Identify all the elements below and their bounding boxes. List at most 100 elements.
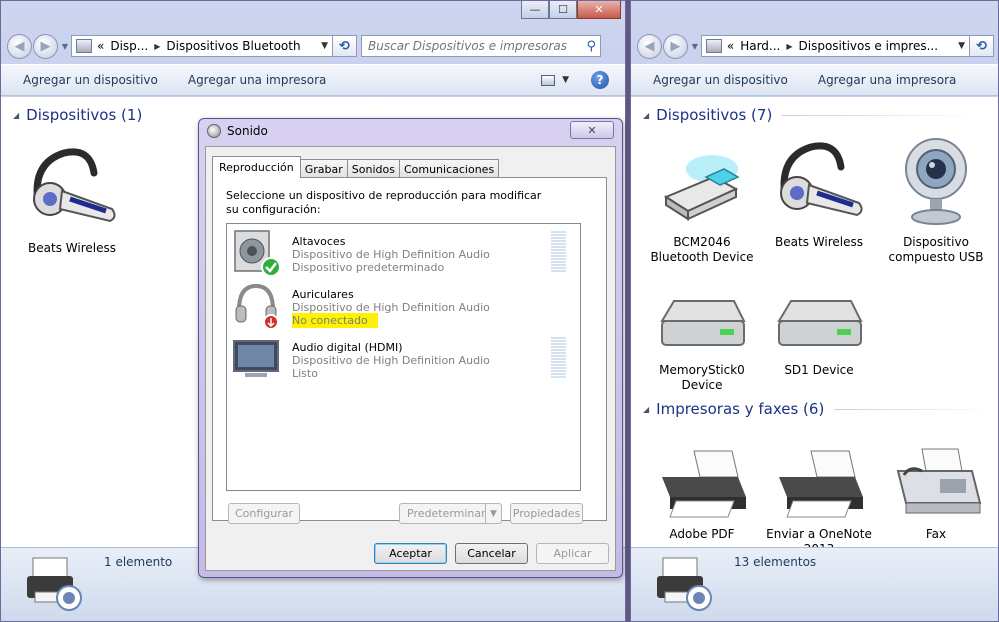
device-label-line1: BCM2046 [673,235,731,249]
monitor-icon [233,340,279,377]
dialog-titlebar: Sonido [207,124,268,138]
tab-strip: Reproducción Grabar Sonidos Comunicacion… [212,156,500,178]
refresh-button[interactable]: ⟲ [970,35,995,57]
breadcrumb-part-2[interactable]: Dispositivos Bluetooth [166,39,300,53]
device-name: Audio digital (HDMI) [292,341,403,354]
collapse-arrow-icon[interactable]: ◢ [643,405,649,414]
properties-button[interactable]: Propiedades [510,503,583,524]
printer-onenote[interactable]: Enviar a OneNote 2013 [764,447,874,547]
control-panel-icon [76,39,92,53]
group-divider [782,114,983,116]
change-view-icon[interactable] [541,74,556,86]
collapse-arrow-icon[interactable]: ◢ [643,111,649,120]
back-arrow-icon: ◀ [644,38,655,54]
breadcrumb-part-2[interactable]: Dispositivos e impres... [799,39,939,53]
printer-label-line1: Adobe PDF [669,527,735,541]
search-icon[interactable]: ⚲ [586,39,596,54]
breadcrumb-separator-icon[interactable]: ▶ [154,42,160,51]
group-header-devices[interactable]: ◢ Dispositivos (1) [13,106,142,124]
group-divider [834,408,995,410]
device-memorystick0[interactable]: MemoryStick0 Device [647,285,757,393]
dialog-title: Sonido [227,124,268,138]
set-default-dropdown-icon[interactable]: ▼ [485,504,501,523]
list-item-speakers[interactable]: Altavoces Dispositivo de High Definition… [231,227,576,277]
breadcrumb-separator-icon[interactable]: ▶ [786,42,792,51]
printer-icon [657,557,712,611]
device-sd1[interactable]: SD1 Device [764,285,874,378]
add-printer-button[interactable]: Agregar una impresora [188,73,327,87]
device-beats-wireless[interactable]: Beats Wireless [17,143,127,256]
list-item-hdmi[interactable]: Audio digital (HDMI) Dispositivo de High… [231,333,576,383]
tab-recording[interactable]: Grabar [299,159,348,178]
device-bcm2046[interactable]: BCM2046 Bluetooth Device [647,137,757,265]
group-header-printers[interactable]: ◢ Impresoras y faxes (6) [643,400,995,418]
collapse-arrow-icon[interactable]: ◢ [13,111,19,120]
tab-communications[interactable]: Comunicaciones [398,159,500,178]
device-label-line1: Beats Wireless [775,235,863,249]
breadcrumb-overflow[interactable]: « [97,39,104,53]
address-bar[interactable]: « Disp... ▶ Dispositivos Bluetooth ▼ [71,35,333,57]
dialog-close-button[interactable]: ✕ [570,121,614,139]
device-usb-composite[interactable]: Dispositivo compuesto USB [881,137,991,265]
device-state: Dispositivo predeterminado [292,261,445,274]
devices-content-area: ◢ Dispositivos (7) BCM2046 Bluetooth Dev… [631,97,998,547]
close-button[interactable]: ✕ [577,1,621,19]
navigation-bar: ◀ ▶ ▼ « Hard... ▶ Dispositivos e impres.… [637,32,995,60]
caption-buttons: — ☐ ✕ [521,1,621,19]
printer-label-line1: Enviar a OneNote [766,527,872,541]
breadcrumb-part-1[interactable]: Hard... [740,39,780,53]
bluetooth-headset-icon [780,142,863,217]
address-bar[interactable]: « Hard... ▶ Dispositivos e impres... ▼ [700,35,971,57]
drive-icon [660,300,746,346]
headphones-disconnected-icon [235,283,279,330]
breadcrumb-part-1[interactable]: Disp... [110,39,148,53]
maximize-button[interactable]: ☐ [549,1,577,19]
playback-device-list[interactable]: Altavoces Dispositivo de High Definition… [226,223,581,491]
device-label-line2: compuesto USB [888,250,984,264]
device-beats-wireless[interactable]: Beats Wireless [764,137,874,250]
back-button[interactable]: ◀ [7,33,32,59]
device-label: Beats Wireless [28,241,116,255]
back-arrow-icon: ◀ [14,38,25,54]
instruction-text: Seleccione un dispositivo de reproducció… [226,189,542,216]
add-printer-button[interactable]: Agregar una impresora [818,73,957,87]
configure-button[interactable]: Configurar [228,503,300,524]
printer-icon [662,450,746,518]
add-device-button[interactable]: Agregar un dispositivo [653,73,788,87]
refresh-button[interactable]: ⟲ [333,35,357,57]
tab-playback[interactable]: Reproducción [212,156,301,178]
address-dropdown-icon[interactable]: ▼ [315,41,328,51]
item-count: 13 elementos [734,555,817,569]
back-button[interactable]: ◀ [637,33,662,59]
volume-meter [551,337,566,379]
device-label-line1: MemoryStick0 [659,363,745,377]
device-name: Auriculares [292,288,354,301]
set-default-button[interactable]: Predeterminar ▼ [399,503,502,524]
recent-pages-dropdown[interactable]: ▼ [689,42,701,51]
navigation-bar: ◀ ▶ ▼ « Disp... ▶ Dispositivos Bluetooth… [7,32,621,60]
add-device-button[interactable]: Agregar un dispositivo [23,73,158,87]
usb-bluetooth-icon [663,155,740,221]
group-header-devices[interactable]: ◢ Dispositivos (7) [643,106,983,124]
refresh-icon: ⟲ [976,38,987,54]
refresh-icon: ⟲ [339,38,350,54]
cancel-button[interactable]: Cancelar [455,543,528,564]
forward-button[interactable]: ▶ [662,33,688,59]
forward-button[interactable]: ▶ [33,33,58,59]
search-box[interactable]: ⚲ [361,35,601,57]
tab-sounds[interactable]: Sonidos [346,159,400,178]
help-icon[interactable]: ? [591,71,609,89]
search-input[interactable] [366,38,587,54]
list-item-headphones[interactable]: Auriculares Dispositivo de High Definiti… [231,280,576,330]
recent-pages-dropdown[interactable]: ▼ [59,42,71,51]
minimize-button[interactable]: — [521,1,549,19]
apply-button[interactable]: Aplicar [536,543,609,564]
printer-fax[interactable]: Fax [881,447,991,542]
device-state: Listo [292,367,318,380]
breadcrumb-overflow[interactable]: « [727,39,734,53]
printer-adobe-pdf[interactable]: Adobe PDF [647,447,757,542]
accept-button[interactable]: Aceptar [374,543,447,564]
view-options-dropdown-icon[interactable]: ▼ [562,75,569,85]
address-dropdown-icon[interactable]: ▼ [952,41,965,51]
drive-icon [777,300,863,346]
